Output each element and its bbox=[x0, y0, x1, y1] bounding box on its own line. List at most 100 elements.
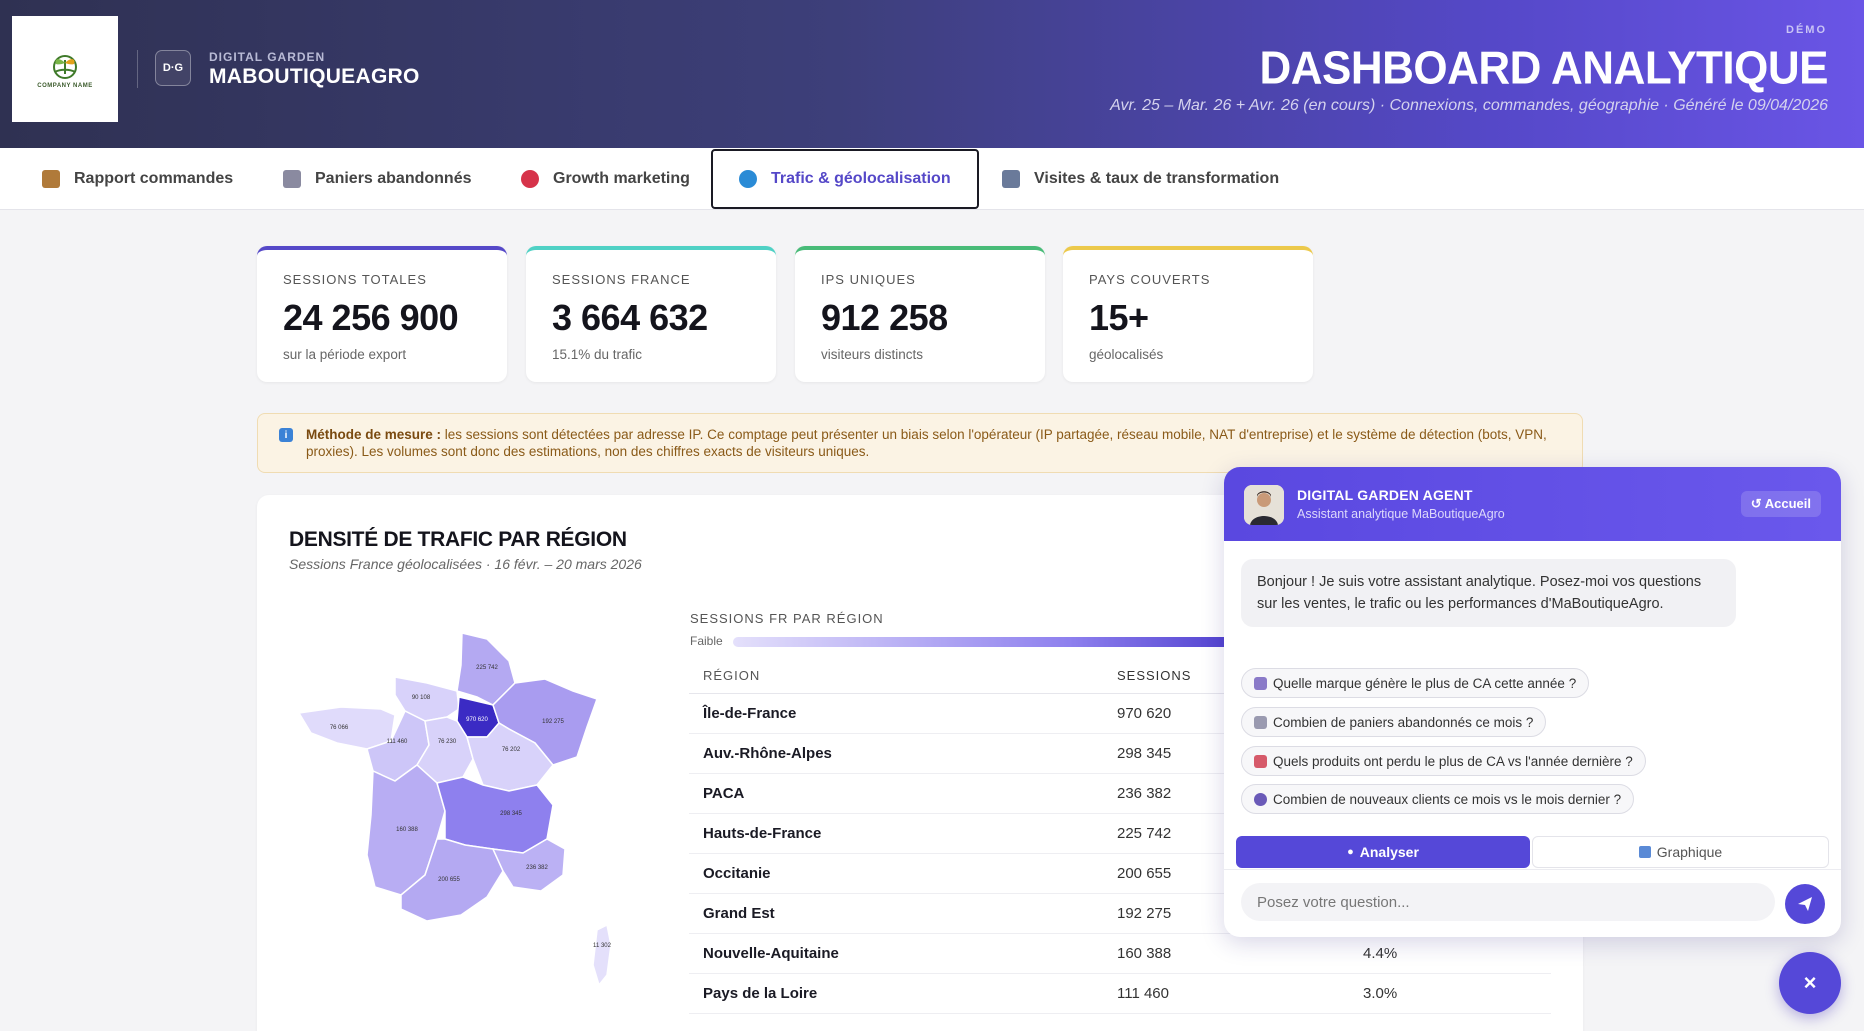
map-region-corse[interactable] bbox=[592, 923, 612, 987]
measurement-notice: i Méthode de mesure : les sessions sont … bbox=[257, 413, 1583, 473]
kpi-label: SESSIONS TOTALES bbox=[283, 272, 427, 287]
logo-icon bbox=[53, 54, 77, 79]
cell-percent: 4.4% bbox=[1363, 945, 1398, 962]
cell-region: Auv.-Rhône-Alpes bbox=[703, 745, 832, 762]
tab-label: Rapport commandes bbox=[74, 170, 234, 187]
avatar-icon bbox=[1244, 485, 1284, 525]
tab-label: Visites & taux de transformation bbox=[1034, 170, 1280, 187]
map-label-ile-de-france: 970 620 bbox=[466, 717, 488, 723]
mode-analyse-button[interactable]: ● Analyser bbox=[1236, 836, 1530, 868]
suggestion-chip[interactable]: Combien de nouveaux clients ce mois vs l… bbox=[1241, 784, 1635, 814]
chat-header: DIGITAL GARDEN AGENT Assistant analytiqu… bbox=[1224, 467, 1841, 541]
factory-icon bbox=[1254, 676, 1267, 690]
kpi-value: 15+ bbox=[1089, 297, 1149, 338]
agent-avatar bbox=[1244, 485, 1284, 525]
send-icon bbox=[1798, 897, 1812, 911]
map-label-nouvelle-aquitaine: 160 388 bbox=[396, 827, 418, 833]
kpi-sessions-totales: SESSIONS TOTALES 24 256 900 sur la pério… bbox=[257, 246, 507, 382]
tab-trafic-geolocalisation[interactable]: Trafic & géolocalisation bbox=[711, 149, 979, 209]
cell-region: Hauts-de-France bbox=[703, 825, 822, 842]
send-button[interactable] bbox=[1785, 884, 1825, 924]
bar-chart-icon bbox=[1638, 846, 1651, 858]
app-header: COMPANY NAME D·G DIGITAL GARDEN MABOUTIQ… bbox=[0, 0, 1864, 148]
suggestion-text: Combien de paniers abandonnés ce mois ? bbox=[1273, 714, 1534, 730]
close-chat-button[interactable]: × bbox=[1779, 952, 1841, 1014]
kpi-pays-couverts: PAYS COUVERTS 15+ géolocalisés bbox=[1063, 246, 1313, 382]
map-label-occitanie: 200 655 bbox=[438, 877, 460, 883]
tab-label: Trafic & géolocalisation bbox=[771, 170, 951, 187]
map-label-hauts-de-france: 225 742 bbox=[476, 665, 498, 671]
chat-input[interactable] bbox=[1241, 883, 1775, 921]
kpi-sub: géolocalisés bbox=[1089, 347, 1164, 362]
tab-bar: Rapport commandes Paniers abandonnés Gro… bbox=[0, 148, 1864, 210]
cart-icon bbox=[283, 170, 301, 188]
table-row[interactable]: Nouvelle-Aquitaine 160 388 4.4% bbox=[689, 934, 1551, 974]
suggestion-text: Quels produits ont perdu le plus de CA v… bbox=[1273, 753, 1633, 769]
chart-up-icon bbox=[1002, 170, 1020, 188]
legend-label: SESSIONS FR PAR RÉGION bbox=[690, 611, 884, 626]
kpi-label: PAYS COUVERTS bbox=[1089, 272, 1211, 287]
suggestion-text: Quelle marque génère le plus de CA cette… bbox=[1273, 675, 1577, 691]
company-logo[interactable]: COMPANY NAME bbox=[12, 16, 118, 122]
panel-subtitle: Sessions France géolocalisées · 16 févr.… bbox=[289, 556, 642, 572]
kpi-sub: visiteurs distincts bbox=[821, 347, 924, 362]
suggestion-chip[interactable]: Quelle marque génère le plus de CA cette… bbox=[1241, 668, 1590, 698]
map-label-grand-est: 192 275 bbox=[542, 719, 564, 725]
cell-sessions: 111 460 bbox=[1117, 985, 1169, 1002]
tab-visites-transformation[interactable]: Visites & taux de transformation bbox=[1002, 148, 1279, 210]
panel-title: DENSITÉ DE TRAFIC PAR RÉGION bbox=[289, 528, 627, 551]
header-divider bbox=[137, 50, 138, 88]
column-header-region[interactable]: RÉGION bbox=[689, 668, 1117, 683]
tab-label: Growth marketing bbox=[553, 170, 690, 187]
notice-title: Méthode de mesure : bbox=[306, 427, 442, 442]
demo-tag: DÉMO bbox=[1786, 24, 1827, 36]
info-icon: i bbox=[279, 428, 293, 442]
kpi-sub: sur la période export bbox=[283, 347, 407, 362]
mode-analyse-label: Analyser bbox=[1359, 844, 1419, 860]
kpi-value: 24 256 900 bbox=[283, 297, 459, 338]
map-label-pays-de-la-loire: 111 460 bbox=[387, 739, 408, 745]
home-button[interactable]: ↺ Accueil bbox=[1740, 491, 1821, 517]
map-label-corse: 11 302 bbox=[593, 943, 612, 949]
brand-tagline: DIGITAL GARDEN bbox=[209, 50, 326, 64]
kpi-label: SESSIONS FRANCE bbox=[552, 272, 691, 287]
agent-role: Assistant analytique MaBoutiqueAgro bbox=[1297, 507, 1505, 521]
cell-percent: 3.0% bbox=[1363, 985, 1398, 1002]
cell-region: PACA bbox=[703, 785, 745, 802]
tab-rapport-commandes[interactable]: Rapport commandes bbox=[42, 148, 233, 210]
kpi-sub: 15.1% du trafic bbox=[552, 347, 643, 362]
table-row[interactable]: Pays de la Loire 111 460 3.0% bbox=[689, 974, 1551, 1014]
tab-growth-marketing[interactable]: Growth marketing bbox=[521, 148, 690, 210]
kpi-sessions-france: SESSIONS FRANCE 3 664 632 15.1% du trafi… bbox=[526, 246, 776, 382]
france-region-map: 225 742 90 108 970 620 192 275 76 066 11… bbox=[297, 625, 677, 1015]
globe-icon bbox=[739, 170, 757, 188]
kpi-value: 912 258 bbox=[821, 297, 948, 338]
chat-widget: DIGITAL GARDEN AGENT Assistant analytiqu… bbox=[1224, 467, 1841, 937]
package-icon bbox=[42, 170, 60, 188]
map-label-centre-val-de-loire: 76 230 bbox=[438, 739, 457, 745]
assistant-message: Bonjour ! Je suis votre assistant analyt… bbox=[1241, 559, 1736, 627]
map-label-bretagne: 76 066 bbox=[330, 725, 349, 731]
legend-gradient-bar bbox=[733, 637, 1293, 647]
cell-sessions: 160 388 bbox=[1117, 945, 1172, 962]
map-label-auvergne-rhone-alpes: 298 345 bbox=[500, 811, 522, 817]
logo-text: COMPANY NAME bbox=[37, 82, 93, 89]
page-title: DASHBOARD ANALYTIQUE bbox=[1259, 42, 1828, 95]
brand-name: MABOUTIQUEAGRO bbox=[209, 65, 420, 88]
suggestion-chip[interactable]: Combien de paniers abandonnés ce mois ? bbox=[1241, 707, 1547, 737]
suggestion-text: Combien de nouveaux clients ce mois vs l… bbox=[1273, 791, 1622, 807]
mode-graph-button[interactable]: Graphique bbox=[1532, 836, 1829, 868]
mode-graph-label: Graphique bbox=[1656, 844, 1723, 860]
suggestion-chip[interactable]: Quels produits ont perdu le plus de CA v… bbox=[1241, 746, 1646, 776]
page-subtitle: Avr. 25 – Mar. 26 + Avr. 26 (en cours) ·… bbox=[1110, 97, 1828, 114]
cell-region: Nouvelle-Aquitaine bbox=[703, 945, 839, 962]
map-label-normandie: 90 108 bbox=[412, 695, 431, 701]
map-label-bourgogne-franche-comte: 76 202 bbox=[502, 747, 521, 753]
map-label-paca: 236 382 bbox=[526, 865, 548, 871]
user-icon bbox=[1254, 792, 1267, 806]
kpi-ips-uniques: IPS UNIQUES 912 258 visiteurs distincts bbox=[795, 246, 1045, 382]
chart-down-icon bbox=[1254, 754, 1267, 768]
kpi-value: 3 664 632 bbox=[552, 297, 708, 338]
tab-paniers-abandonnes[interactable]: Paniers abandonnés bbox=[283, 148, 472, 210]
cell-region: Occitanie bbox=[703, 865, 771, 882]
